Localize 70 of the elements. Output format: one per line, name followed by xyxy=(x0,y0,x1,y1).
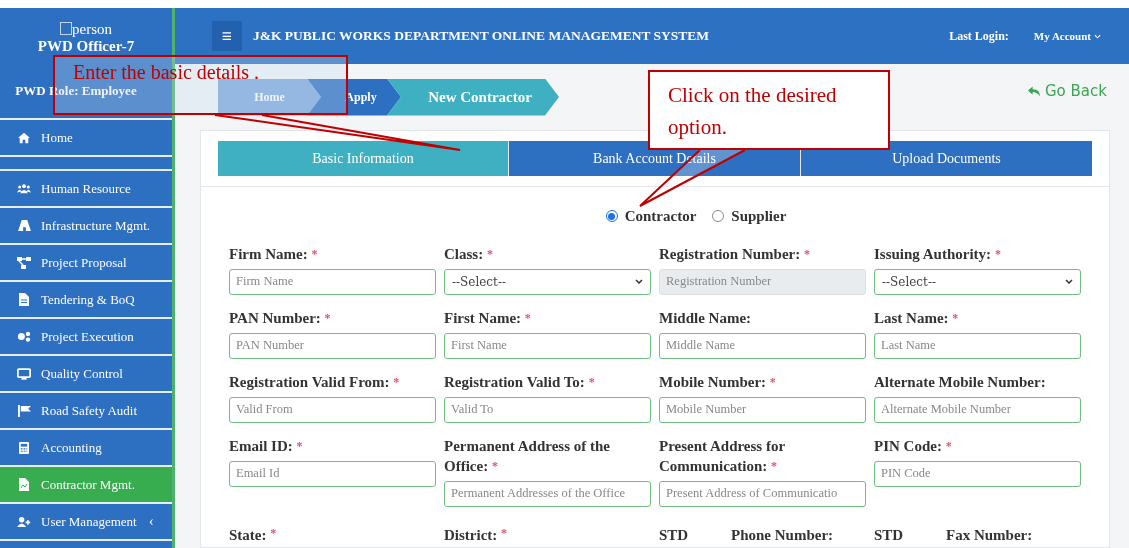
missing-glyph-icon xyxy=(60,22,72,35)
breadcrumb-item[interactable]: New Contractor xyxy=(387,78,559,116)
input-field[interactable]: PAN Number xyxy=(229,332,436,359)
calculator-icon xyxy=(17,441,31,454)
go-back-link[interactable]: Go Back xyxy=(1028,79,1107,103)
field-label: Registration Valid To: * xyxy=(444,372,596,392)
home-icon xyxy=(17,131,31,144)
item-label: User Management xyxy=(41,512,137,531)
input-field[interactable]: PIN Code xyxy=(874,460,1081,487)
input-field[interactable]: Firm Name xyxy=(229,268,436,295)
radio-button[interactable] xyxy=(605,210,618,223)
chevron-down-icon xyxy=(1065,279,1073,284)
chevron-icon: ‹ xyxy=(148,510,154,533)
chevron-down-icon xyxy=(1094,33,1101,39)
radio-button[interactable] xyxy=(712,210,725,223)
field-label: Firm Name: * xyxy=(229,244,319,264)
user-icon-text: person xyxy=(72,20,112,38)
menu-button[interactable]: ≡ xyxy=(212,21,242,51)
field-label: Phone Number: xyxy=(731,526,834,543)
input-field[interactable]: Email Id xyxy=(229,460,436,487)
chevron-down-icon xyxy=(635,279,643,284)
field-label: Permanent Address of the Office: * xyxy=(444,436,611,476)
tab[interactable]: Basic Information xyxy=(218,141,508,176)
radio-label: Supplier xyxy=(731,207,787,226)
input-field[interactable]: First Name xyxy=(444,332,651,359)
input-field: Registration Number xyxy=(659,268,866,295)
field-label: Mobile Number: * xyxy=(659,372,777,392)
user-plus-icon xyxy=(17,515,31,528)
app-title: J&K PUBLIC WORKS DEPARTMENT ONLINE MANAGEMENT SYSTEM xyxy=(253,26,710,45)
dropdown[interactable]: --Select-- xyxy=(874,268,1081,295)
field-label: Registration Valid From: * xyxy=(229,372,401,392)
user-name: PWD Officer-7 xyxy=(37,38,135,55)
people-icon xyxy=(17,183,31,194)
field-label: District: * xyxy=(444,526,508,543)
document-icon xyxy=(17,293,31,306)
input-field[interactable]: Valid To xyxy=(444,396,651,423)
reply-arrow-icon xyxy=(1028,85,1041,97)
input-field[interactable]: Last Name xyxy=(874,332,1081,359)
field-label: First Name: * xyxy=(444,308,532,328)
field-label: Issuing Authority: * xyxy=(874,244,1002,264)
flag-icon xyxy=(17,404,31,417)
field-label: State: * xyxy=(229,526,277,543)
monitor-icon xyxy=(17,367,31,380)
field-label: Email ID: * xyxy=(229,436,304,456)
input-field[interactable]: Alternate Mobile Number xyxy=(874,396,1081,423)
input-field[interactable]: Permanent Addresses of the Office xyxy=(444,480,651,507)
field-label: Present Address for Communication: * xyxy=(659,436,786,476)
field-label: PIN Code: * xyxy=(874,436,953,456)
input-field[interactable]: Middle Name xyxy=(659,332,866,359)
radio-label: Contractor xyxy=(624,207,697,226)
field-label: Fax Number: xyxy=(946,526,1033,543)
last-login-label: Last Login: xyxy=(949,28,1009,45)
callout-text: Click on the desired option. xyxy=(668,83,837,139)
field-label: STD xyxy=(659,526,689,543)
dropdown[interactable]: --Select-- xyxy=(444,268,651,295)
tab[interactable]: Upload Documents xyxy=(800,141,1092,176)
field-label: Last Name: * xyxy=(874,308,960,328)
network-icon xyxy=(17,256,31,269)
input-field[interactable]: Mobile Number xyxy=(659,396,866,423)
field-label: Alternate Mobile Number: xyxy=(874,372,1047,392)
field-label: PAN Number: * xyxy=(229,308,332,328)
account-menu[interactable]: My Account xyxy=(1033,27,1101,45)
field-label: Registration Number: * xyxy=(659,244,811,264)
field-label: Middle Name: xyxy=(659,308,753,328)
field-label: Class: * xyxy=(444,244,494,264)
sidebar-item[interactable]: Contractor Mgmt. xyxy=(0,467,172,504)
document-icon xyxy=(17,478,31,491)
input-field[interactable]: Valid From xyxy=(229,396,436,423)
field-label: STD xyxy=(874,526,904,543)
input-field[interactable]: Present Address of Communicatio xyxy=(659,480,866,507)
